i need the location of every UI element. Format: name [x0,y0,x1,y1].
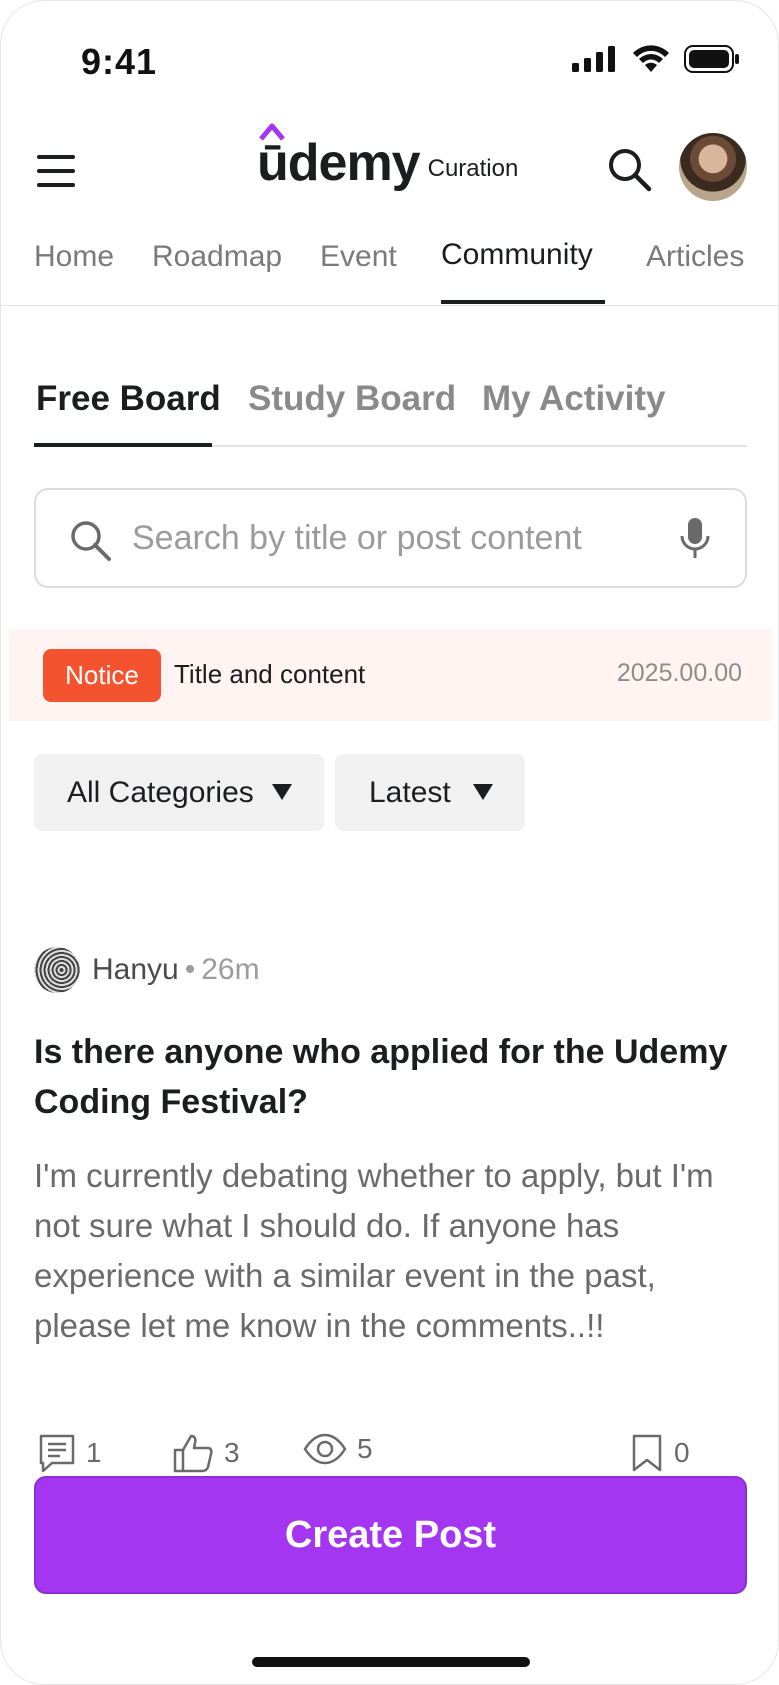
board-tabs: Free Board Study Board My Activity [34,371,747,447]
home-indicator [252,1657,530,1667]
sort-dropdown-label: Latest [369,775,451,809]
notice-date: 2025.00.00 [616,659,742,687]
menu-line-icon [37,169,75,173]
separator-dot: • [184,953,196,986]
logo-subtitle: Curation [427,155,519,182]
menu-line-icon [37,183,75,187]
wifi-icon [633,45,669,72]
category-dropdown-label: All Categories [67,775,254,809]
eye-icon [303,1433,347,1465]
bookmark-count[interactable]: 0 [630,1433,690,1473]
search-icon [71,521,111,561]
status-icons [572,45,740,73]
udemy-curation-logo[interactable]: ūdemy Curation [257,123,519,192]
notice-badge: Notice [43,649,161,702]
tab-my-activity[interactable]: My Activity [482,379,665,419]
tab-community[interactable]: Community [441,238,593,272]
bookmark-count-value: 0 [674,1437,690,1468]
post-search-box [34,488,747,588]
comment-count-value: 1 [86,1437,102,1468]
bookmark-icon [632,1434,662,1472]
author-name[interactable]: Hanyu [92,953,179,987]
sort-dropdown[interactable]: Latest [335,754,525,831]
profile-avatar[interactable] [679,133,747,201]
search-input[interactable] [132,510,672,566]
tab-study-board[interactable]: Study Board [248,379,456,419]
menu-line-icon [37,155,75,159]
caret-down-icon [272,784,292,800]
caret-down-icon [473,784,493,800]
cellular-signal-icon [572,46,615,72]
phone-screen: 9:41 ūdemy Curation Home Roadmap Event C… [0,0,779,1685]
view-count: 5 [303,1433,373,1465]
header-search-button[interactable] [605,145,657,197]
tab-articles[interactable]: Articles [646,240,744,274]
post-time: 26m [201,953,260,986]
notice-title: Title and content [174,659,366,689]
comment-icon [39,1434,75,1473]
status-bar: 9:41 [1,1,778,121]
view-count-value: 5 [357,1433,373,1464]
tab-free-board[interactable]: Free Board [36,379,221,419]
active-tab-indicator [441,300,605,304]
battery-icon [684,45,739,73]
tab-event[interactable]: Event [320,240,397,274]
post-author-row: Hanyu • 26m [34,947,260,993]
post-body[interactable]: I'm currently debating whether to apply,… [34,1151,754,1351]
like-count-value: 3 [224,1437,240,1468]
post-stats: 1 3 5 0 [34,1433,747,1481]
notice-banner[interactable]: Notice Title and content 2025.00.00 [9,629,772,721]
logo-wordmark: ūdemy [257,134,421,192]
author-avatar[interactable] [34,947,80,993]
microphone-icon[interactable] [679,516,711,560]
post-title[interactable]: Is there anyone who applied for the Udem… [34,1027,754,1127]
app-header: ūdemy Curation [1,121,778,221]
main-navigation: Home Roadmap Event Community Articles [1,226,778,306]
hamburger-menu-button[interactable] [37,147,85,195]
like-count[interactable]: 3 [172,1433,240,1473]
tab-roadmap[interactable]: Roadmap [152,240,282,274]
category-dropdown[interactable]: All Categories [34,754,324,831]
status-time: 9:41 [81,41,158,82]
active-board-indicator [34,443,212,447]
create-post-button[interactable]: Create Post [34,1476,747,1594]
search-icon [609,149,652,192]
comment-count[interactable]: 1 [38,1433,102,1473]
tab-home[interactable]: Home [34,240,114,274]
thumbs-up-icon [173,1434,213,1473]
